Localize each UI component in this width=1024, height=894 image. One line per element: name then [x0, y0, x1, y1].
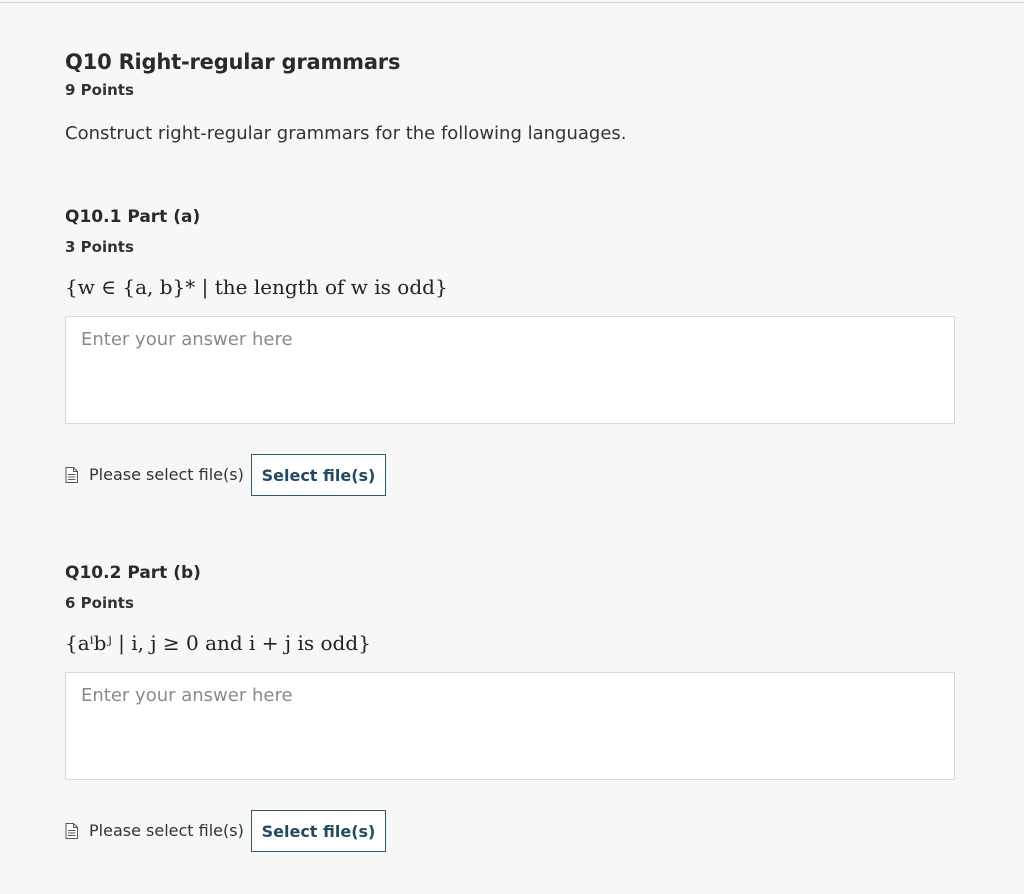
select-files-button-part-b[interactable]: Select file(s)	[251, 810, 386, 852]
file-status-label: Please select file(s)	[89, 821, 244, 840]
question-part-a: Q10.1 Part (a) 3 Points {w ∈ {a, b}* | t…	[65, 207, 957, 507]
file-upload-row: Please select file(s) Select file(s)	[65, 454, 957, 496]
part-points: 3 Points	[65, 238, 134, 256]
language-definition: {aⁱbʲ | i, j ≥ 0 and i + j is odd}	[65, 631, 371, 655]
language-b-text: {aⁱbʲ | i, j ≥ 0 and i + j is odd}	[65, 631, 371, 655]
answer-input-part-a[interactable]	[65, 316, 955, 424]
question-description: Construct right-regular grammars for the…	[65, 123, 627, 144]
language-definition: {w ∈ {a, b}* | the length of w is odd}	[65, 275, 448, 299]
part-points: 6 Points	[65, 594, 134, 612]
question-points: 9 Points	[65, 81, 134, 99]
part-title: Q10.2 Part (b)	[65, 563, 201, 583]
answer-input-part-b[interactable]	[65, 672, 955, 780]
document-icon	[65, 467, 78, 483]
top-divider	[0, 2, 1024, 3]
question-title: Q10 Right-regular grammars	[65, 50, 401, 74]
question-part-b: Q10.2 Part (b) 6 Points {aⁱbʲ | i, j ≥ 0…	[65, 563, 957, 863]
document-icon	[65, 823, 78, 839]
part-title: Q10.1 Part (a)	[65, 207, 201, 227]
language-a-text: {w ∈ {a, b}* | the length of w is odd}	[65, 275, 448, 299]
select-files-button-part-a[interactable]: Select file(s)	[251, 454, 386, 496]
file-upload-row: Please select file(s) Select file(s)	[65, 810, 957, 852]
file-status-label: Please select file(s)	[89, 465, 244, 484]
